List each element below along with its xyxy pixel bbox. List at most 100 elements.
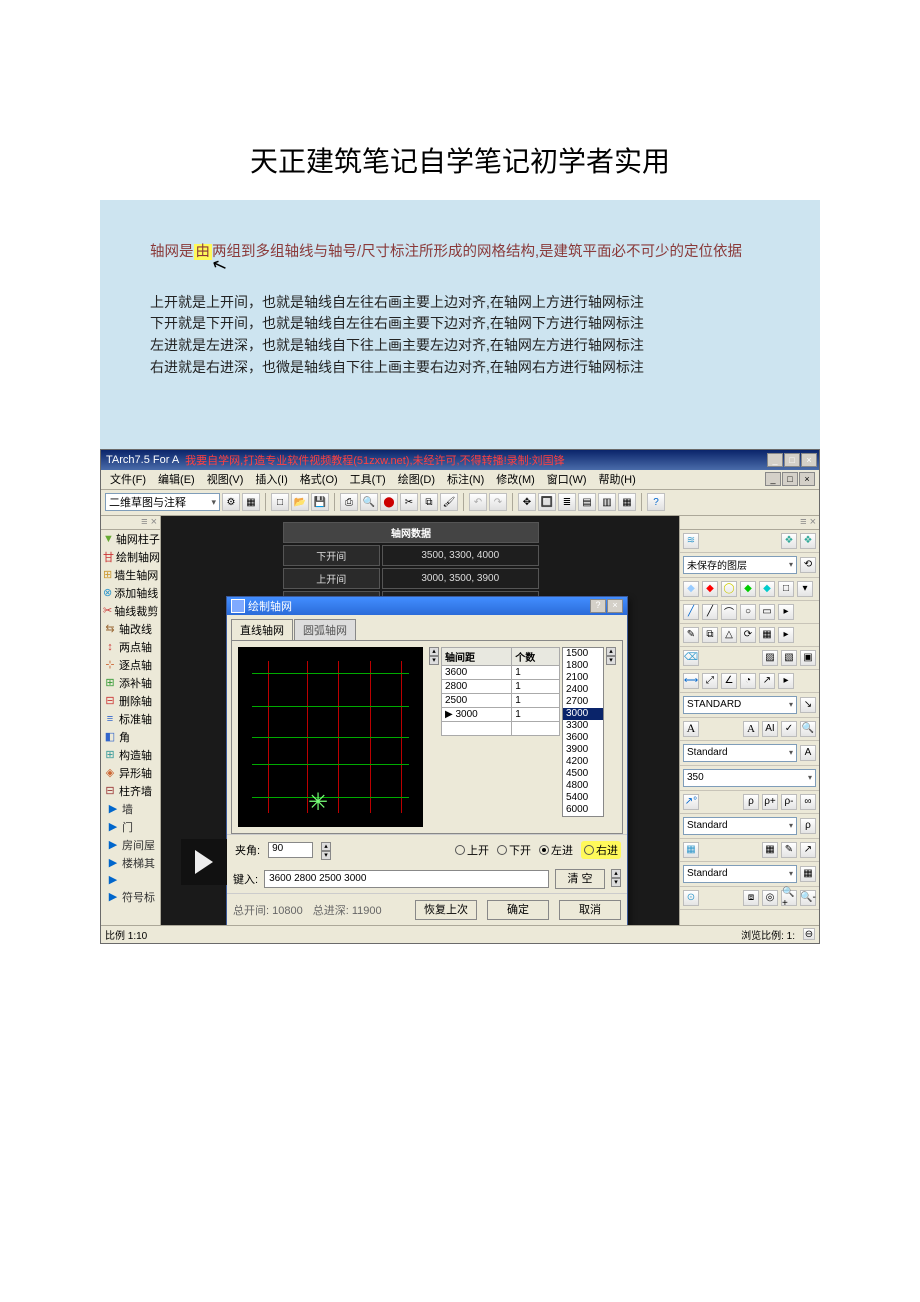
clear-spinner[interactable]: ▴▾ [611, 869, 621, 889]
preview-icon[interactable]: 🔍 [360, 493, 378, 511]
preset-spacing-item[interactable]: 1500 [563, 648, 603, 660]
sidebar-category[interactable]: ▶楼梯其 [104, 854, 160, 872]
eraser-icon[interactable]: ⌫ [683, 650, 699, 666]
mleader-add-icon[interactable]: ρ+ [762, 794, 778, 810]
draw-arc-icon[interactable]: ⌒ [721, 604, 737, 620]
tab-linear-axis[interactable]: 直线轴网 [231, 619, 293, 640]
preset-spacing-item[interactable]: 5400 [563, 792, 603, 804]
draw-circle-icon[interactable]: ○ [740, 604, 756, 620]
table-edit-icon[interactable]: ✎ [781, 842, 797, 858]
cell-spacing[interactable]: 2800 [442, 679, 512, 693]
sidebar-item[interactable]: ◈异形轴 [101, 764, 160, 782]
preset-spacing-item[interactable]: 3000 [563, 708, 603, 720]
child-minimize-button[interactable]: _ [765, 472, 781, 486]
modify-offset-icon[interactable]: ⟳ [740, 627, 756, 643]
calc-icon[interactable]: ▦ [618, 493, 636, 511]
menu-dim[interactable]: 标注(N) [442, 469, 489, 489]
draw-more-icon[interactable]: ▸ [778, 604, 794, 620]
table-insert-icon[interactable]: ▦ [762, 842, 778, 858]
color-yellow-icon[interactable]: ◯ [721, 581, 737, 597]
color-bylayer-icon[interactable]: ◆ [683, 581, 699, 597]
cell-empty[interactable] [442, 721, 512, 735]
modify-array-icon[interactable]: ▦ [759, 627, 775, 643]
sidebar-item[interactable]: ▼轴网柱子 [101, 530, 160, 548]
sidebar-item[interactable]: ✂轴线裁剪 [101, 602, 160, 620]
save-icon[interactable]: 💾 [311, 493, 329, 511]
child-close-button[interactable]: × [799, 472, 815, 486]
grid-spinner[interactable]: ▴▾ [429, 647, 439, 817]
sidebar-item[interactable]: ⇆轴改线 [101, 620, 160, 638]
preset-spacing-list[interactable]: 1500180021002400270030003300360039004200… [562, 647, 604, 817]
menu-tools[interactable]: 工具(T) [345, 469, 391, 489]
layer-filter-icon[interactable]: ❖ [800, 533, 816, 549]
dim-leader-icon[interactable]: ↗ [759, 673, 775, 689]
draw-pline-icon[interactable]: ╱ [702, 604, 718, 620]
cell-count[interactable]: 1 [512, 693, 560, 707]
sidebar-category[interactable]: ▶墙 [104, 800, 160, 818]
table-style-icon[interactable]: ▦ [800, 866, 816, 882]
print-icon[interactable]: ⎙ [340, 493, 358, 511]
layers-icon[interactable]: ≋ [683, 533, 699, 549]
layer-states-icon[interactable]: ❖ [781, 533, 797, 549]
pan-icon[interactable]: ✥ [518, 493, 536, 511]
tool-icon[interactable]: ▦ [242, 493, 260, 511]
dim-angle-icon[interactable]: ∠ [721, 673, 737, 689]
mleader-icon[interactable]: ρ [743, 794, 759, 810]
dim-radius-icon[interactable]: ◔ [740, 673, 756, 689]
mleader-style-dropdown[interactable]: Standard [683, 817, 797, 835]
sidebar-item[interactable]: ↕两点轴 [101, 638, 160, 656]
sidebar-category[interactable]: ▶符号标 [104, 888, 160, 906]
right-panel-close-icon[interactable]: ≡ × [680, 516, 819, 530]
sheet-icon[interactable]: ▤ [578, 493, 596, 511]
ok-button[interactable]: 确定 [487, 900, 549, 920]
zoom-icon[interactable]: 🔲 [538, 493, 556, 511]
layer-dropdown[interactable]: 未保存的图层 [683, 556, 797, 574]
sidebar-item[interactable]: ⊞添补轴 [101, 674, 160, 692]
nav-icon[interactable]: ⊙ [683, 890, 699, 906]
cell-count[interactable]: 1 [512, 707, 560, 721]
menu-file[interactable]: 文件(F) [105, 469, 151, 489]
minimize-button[interactable]: _ [767, 453, 783, 467]
preset-spacing-item[interactable]: 3900 [563, 744, 603, 756]
menu-modify[interactable]: 修改(M) [491, 469, 540, 489]
tool-gear-icon[interactable]: ⚙ [222, 493, 240, 511]
mleader-style-icon[interactable]: ρ [800, 818, 816, 834]
cell-spacing[interactable]: 3600 [442, 665, 512, 679]
list-scrollbar[interactable]: ▴▾ [606, 647, 616, 817]
dialog-close-button[interactable]: × [607, 599, 623, 613]
preset-spacing-item[interactable]: 4200 [563, 756, 603, 768]
sidebar-item[interactable]: ⊞墙生轴网 [101, 566, 160, 584]
color-more-icon[interactable]: ▾ [797, 581, 813, 597]
menu-draw[interactable]: 绘图(D) [393, 469, 440, 489]
zoom-in-icon[interactable]: 🔍+ [781, 890, 797, 906]
left-panel-close-icon[interactable]: ≡ × [101, 516, 160, 530]
sidebar-item[interactable]: ⊗添加轴线 [101, 584, 160, 602]
menu-help[interactable]: 帮助(H) [594, 469, 641, 489]
cancel-button[interactable]: 取消 [559, 900, 621, 920]
undo-icon[interactable]: ↶ [469, 493, 487, 511]
menu-edit[interactable]: 编辑(E) [153, 469, 200, 489]
preset-spacing-item[interactable]: 2100 [563, 672, 603, 684]
layer-prev-icon[interactable]: ⟲ [800, 557, 816, 573]
region-icon[interactable]: ▣ [800, 650, 816, 666]
preset-spacing-item[interactable]: 4500 [563, 768, 603, 780]
draw-rect-icon[interactable]: ▭ [759, 604, 775, 620]
text-a-icon[interactable]: A [683, 721, 699, 737]
copy-icon[interactable]: ⧉ [420, 493, 438, 511]
leader-icon[interactable]: ↗° [683, 794, 699, 810]
color-cyan-icon[interactable]: ◆ [759, 581, 775, 597]
tab-arc-axis[interactable]: 圆弧轴网 [294, 619, 356, 640]
menu-insert[interactable]: 插入(I) [250, 469, 292, 489]
mleader-del-icon[interactable]: ρ- [781, 794, 797, 810]
sidebar-item[interactable]: ◧角 [101, 728, 160, 746]
radio-bottom-open[interactable]: 下开 [497, 842, 531, 858]
clear-button[interactable]: 清 空 [555, 869, 605, 889]
dim-linear-icon[interactable]: ⟷ [683, 673, 699, 689]
preset-spacing-item[interactable]: 6000 [563, 804, 603, 816]
preset-spacing-item[interactable]: 2700 [563, 696, 603, 708]
props-icon[interactable]: ≣ [558, 493, 576, 511]
child-restore-button[interactable]: □ [782, 472, 798, 486]
hatch-icon[interactable]: ▨ [762, 650, 778, 666]
dialog-titlebar[interactable]: 绘制轴网 ? × [227, 597, 627, 615]
radio-right-depth[interactable]: 右进 [581, 841, 621, 859]
